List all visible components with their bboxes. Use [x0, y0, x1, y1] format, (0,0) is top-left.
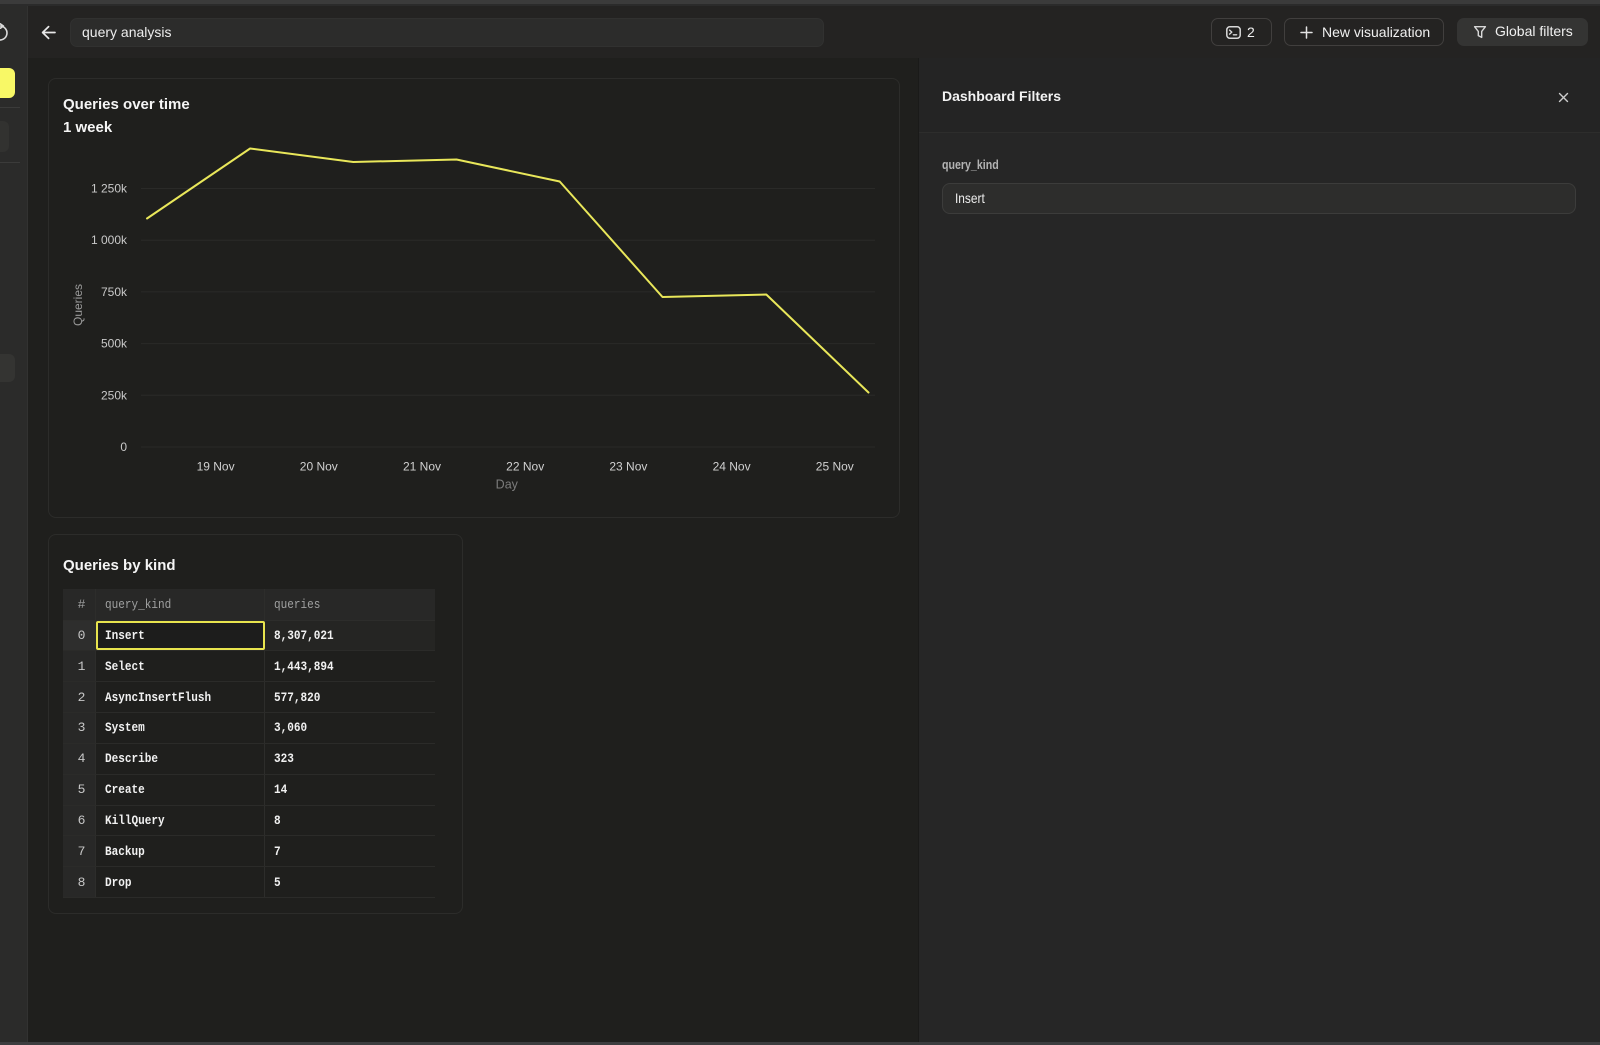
svg-text:19 Nov: 19 Nov — [197, 460, 235, 474]
svg-text:23 Nov: 23 Nov — [609, 460, 647, 474]
svg-text:24 Nov: 24 Nov — [713, 460, 751, 474]
svg-text:1 000k: 1 000k — [91, 233, 128, 247]
svg-text:1 250k: 1 250k — [91, 182, 128, 196]
svg-text:0: 0 — [120, 440, 127, 454]
svg-text:250k: 250k — [101, 388, 128, 402]
svg-text:22 Nov: 22 Nov — [506, 460, 544, 474]
svg-text:Queries: Queries — [71, 284, 85, 326]
svg-text:750k: 750k — [101, 285, 128, 299]
svg-text:20 Nov: 20 Nov — [300, 460, 338, 474]
svg-text:Day: Day — [496, 478, 519, 492]
svg-text:500k: 500k — [101, 337, 128, 351]
svg-text:25 Nov: 25 Nov — [816, 460, 854, 474]
svg-text:21 Nov: 21 Nov — [403, 460, 441, 474]
